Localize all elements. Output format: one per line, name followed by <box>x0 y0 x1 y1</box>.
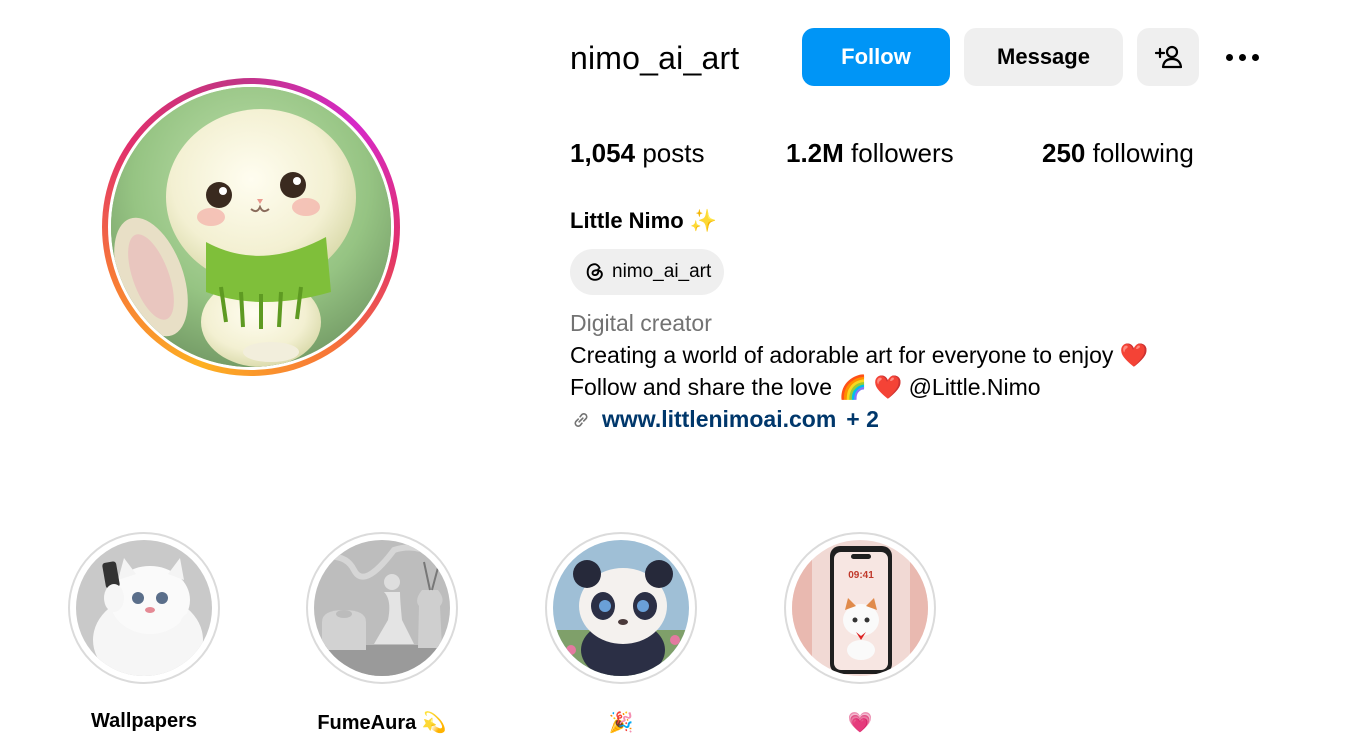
profile-username: nimo_ai_art <box>570 40 740 76</box>
dizzy-emoji: 💫 <box>421 712 447 734</box>
profile-full-name: Little Nimo ✨ <box>570 208 717 234</box>
posts-label: posts <box>642 138 705 168</box>
profile-avatar[interactable] <box>102 78 400 376</box>
bio-line-1: Creating a world of adorable art for eve… <box>570 342 1148 369</box>
pink-heart-emoji: 💗 <box>847 712 873 734</box>
rainbow-heart-emoji: 🌈 ❤️ <box>838 374 903 400</box>
full-name-text: Little Nimo <box>570 208 684 233</box>
highlight-cover <box>553 540 689 676</box>
sculpture-still-life-image <box>314 540 450 676</box>
profile-website-link[interactable]: www.littlenimoai.com + 2 <box>570 406 879 433</box>
follow-button[interactable]: Follow <box>802 28 950 86</box>
highlight-cover <box>314 540 450 676</box>
highlight-label: Wallpapers <box>38 710 250 733</box>
highlight-cover: 09:41 <box>792 540 928 676</box>
website-url[interactable]: www.littlenimoai.com <box>602 406 836 433</box>
website-more-count[interactable]: + 2 <box>846 406 879 433</box>
bio-mention-link[interactable]: @Little.Nimo <box>909 374 1041 400</box>
following-label: following <box>1092 138 1194 168</box>
threads-icon <box>586 263 603 281</box>
threads-handle: nimo_ai_art <box>612 261 712 282</box>
posts-stat: 1,054 posts <box>570 138 704 169</box>
more-options-icon[interactable] <box>1218 42 1266 72</box>
profile-category: Digital creator <box>570 310 712 336</box>
add-person-icon <box>1154 45 1182 69</box>
highlight-ring <box>545 532 697 684</box>
sparkles-emoji: ✨ <box>689 208 718 233</box>
bio-line-2-text: Follow and share the love <box>570 374 833 400</box>
highlight-heart[interactable]: 09:41 💗 <box>784 532 936 734</box>
bio-line-1-text: Creating a world of adorable art for eve… <box>570 342 1114 368</box>
avatar-image <box>111 87 391 367</box>
followers-stat[interactable]: 1.2M followers <box>786 138 954 169</box>
highlight-ring: 09:41 <box>784 532 936 684</box>
panda-image <box>553 540 689 676</box>
highlight-party[interactable]: 🎉 <box>545 532 697 734</box>
highlight-label-text: Wallpapers <box>91 710 197 732</box>
phone-wallpaper-image: 09:41 <box>792 540 928 676</box>
highlight-label: 🎉 <box>515 710 727 735</box>
message-button[interactable]: Message <box>964 28 1123 86</box>
highlight-label: FumeAura 💫 <box>276 710 488 735</box>
highlight-cover <box>76 540 212 676</box>
following-stat[interactable]: 250 following <box>1042 138 1194 169</box>
highlight-wallpapers[interactable]: Wallpapers <box>68 532 220 732</box>
following-count: 250 <box>1042 138 1086 168</box>
followers-count: 1.2M <box>786 138 844 168</box>
bio-line-2: Follow and share the love 🌈 ❤️ @Little.N… <box>570 374 1041 401</box>
highlight-label-text: FumeAura <box>317 712 417 734</box>
party-popper-emoji: 🎉 <box>608 712 634 734</box>
followers-label: followers <box>851 138 954 168</box>
highlight-label: 💗 <box>754 710 966 735</box>
avatar-illustration <box>111 87 391 367</box>
threads-badge[interactable]: nimo_ai_art <box>570 249 725 295</box>
suggest-accounts-button[interactable] <box>1137 28 1199 86</box>
highlight-fumeaura[interactable]: FumeAura 💫 <box>306 532 458 734</box>
highlight-ring <box>306 532 458 684</box>
posts-count: 1,054 <box>570 138 636 168</box>
phone-clock-text: 09:41 <box>848 570 874 581</box>
white-cat-selfie-image <box>76 540 212 676</box>
highlight-ring <box>68 532 220 684</box>
link-icon <box>574 412 588 427</box>
heart-emoji: ❤️ <box>1119 342 1149 368</box>
